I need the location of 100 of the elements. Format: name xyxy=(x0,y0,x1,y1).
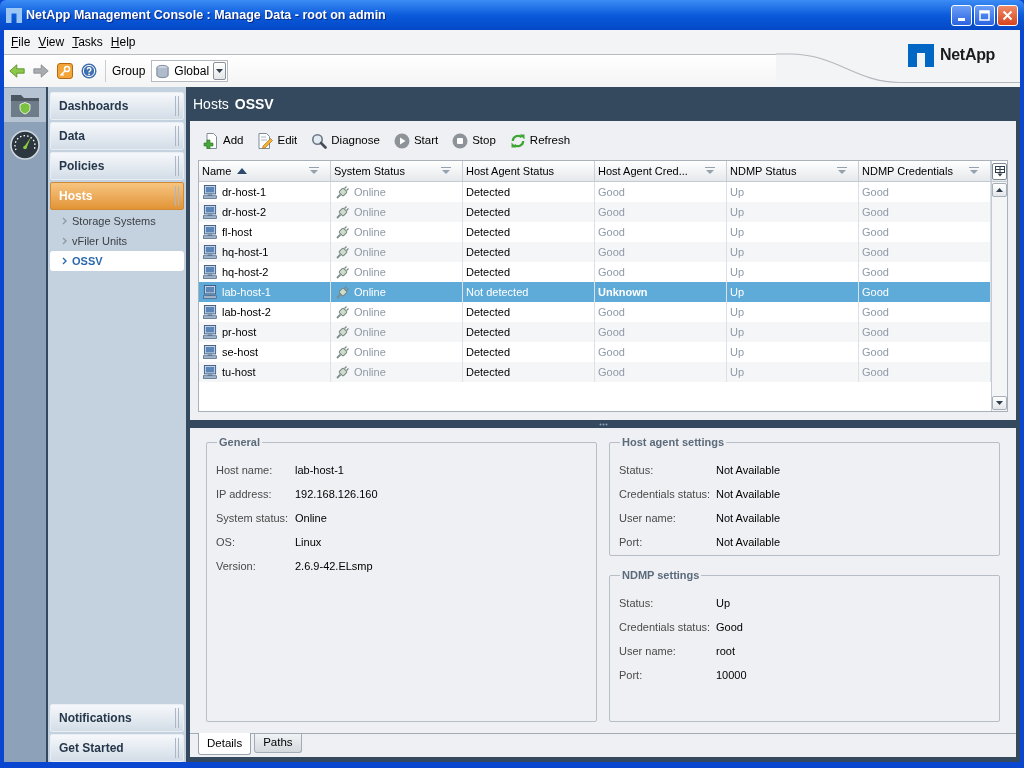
field-value: 192.168.126.160 xyxy=(295,487,378,503)
column-title: Host Agent Status xyxy=(466,163,555,179)
field-value: Not Available xyxy=(716,463,780,479)
table-cell: Up xyxy=(727,362,859,382)
menu-item[interactable]: View xyxy=(34,33,69,51)
field-label: IP address: xyxy=(216,487,273,503)
maximize-button[interactable] xyxy=(974,4,995,26)
nav-item[interactable]: Get Started xyxy=(50,734,184,762)
field-value: 10000 xyxy=(716,668,747,684)
maximize-icon xyxy=(979,9,990,21)
table-cell: Detected xyxy=(463,362,595,382)
key-icon[interactable] xyxy=(57,63,73,79)
cell-text: hq-host-2 xyxy=(222,264,269,280)
nav-item[interactable]: Policies xyxy=(50,152,184,180)
section-label: Hosts xyxy=(193,94,229,114)
plug-icon xyxy=(336,205,349,219)
field-label: User name: xyxy=(619,644,677,660)
dropdown-button[interactable] xyxy=(213,62,227,80)
nav-subitem[interactable]: OSSV xyxy=(50,251,184,271)
close-button[interactable] xyxy=(997,4,1018,26)
field-value: lab-host-1 xyxy=(295,463,344,479)
plug-icon xyxy=(336,365,349,379)
cell-text: dr-host-2 xyxy=(222,204,267,220)
logo-mark-icon xyxy=(908,43,934,67)
cell-text: Online xyxy=(354,304,386,320)
nav-item[interactable]: Data xyxy=(50,122,184,150)
filter-icon xyxy=(308,167,320,175)
field-value: Online xyxy=(295,511,327,527)
minimize-button[interactable] xyxy=(951,4,972,26)
field-value: Not Available xyxy=(716,487,780,503)
nav-subitem[interactable]: Storage Systems xyxy=(50,211,184,231)
menu-item[interactable]: Help xyxy=(106,33,140,51)
cell-text: Online xyxy=(354,344,386,360)
caret-icon xyxy=(216,69,224,73)
toolbar-button[interactable]: Add xyxy=(202,130,245,152)
cell-text: Online xyxy=(354,284,386,300)
scroll-up-button[interactable] xyxy=(992,183,1007,197)
column-title: Host Agent Cred... xyxy=(598,163,688,179)
cell-text: Online xyxy=(354,364,386,380)
column-header[interactable]: NDMP Credentials xyxy=(859,161,991,181)
toolbar-button[interactable]: Diagnose xyxy=(310,130,381,152)
folder-shield-icon xyxy=(10,92,40,118)
group-title: General xyxy=(218,435,261,450)
forward-arrow-icon[interactable] xyxy=(33,64,49,78)
page-title: OSSV xyxy=(234,94,274,114)
scroll-down-button[interactable] xyxy=(992,396,1007,410)
field-label: Status: xyxy=(619,596,655,612)
nav-subitem[interactable]: vFiler Units xyxy=(50,231,184,251)
module-button[interactable] xyxy=(4,88,46,122)
table-row[interactable]: hq-host-1 Online Detected Good Up Good xyxy=(199,242,991,262)
menu-item[interactable]: File xyxy=(7,33,35,51)
table-row[interactable]: tu-host Online Detected Good Up Good xyxy=(199,362,991,382)
plug-icon xyxy=(336,285,349,299)
field-label: Status: xyxy=(619,463,655,479)
plug-icon xyxy=(336,185,349,199)
nav-item[interactable]: Notifications xyxy=(50,704,184,732)
column-header[interactable]: NDMP Status xyxy=(727,161,859,181)
menu-item[interactable]: Tasks xyxy=(68,33,107,51)
table-cell: Good xyxy=(859,362,991,382)
column-chooser-icon xyxy=(994,165,1005,177)
computer-icon xyxy=(203,225,217,239)
computer-icon xyxy=(203,305,217,319)
document-plus-icon xyxy=(203,133,219,149)
column-header[interactable]: Name xyxy=(199,161,331,181)
help-icon[interactable] xyxy=(81,63,97,79)
back-arrow-icon[interactable] xyxy=(9,64,25,78)
field-value: Good xyxy=(716,620,743,636)
field-label: Port: xyxy=(619,535,644,551)
tab[interactable]: Paths xyxy=(254,734,302,753)
down-arrow-icon xyxy=(996,401,1003,405)
tab[interactable]: Details xyxy=(198,733,252,755)
filter-icon xyxy=(440,167,452,175)
column-chooser-button[interactable] xyxy=(992,162,1007,180)
plug-icon xyxy=(336,345,349,359)
chevron-icon xyxy=(62,237,67,245)
nav-item[interactable]: Dashboards xyxy=(50,92,184,120)
column-header[interactable]: System Status xyxy=(331,161,463,181)
field-value: Not Available xyxy=(716,535,780,551)
stop-icon xyxy=(452,133,469,149)
minimize-icon xyxy=(958,17,965,21)
field-value: Up xyxy=(716,596,731,612)
cell-text: hq-host-1 xyxy=(222,244,269,260)
cell-text: Online xyxy=(354,324,386,340)
column-header[interactable]: Host Agent Status xyxy=(463,161,595,181)
toolbar-button[interactable]: Stop xyxy=(451,130,497,152)
field-label: Credentials status: xyxy=(619,487,712,503)
splitter-grip-icon[interactable] xyxy=(598,422,608,426)
toolbar-button[interactable]: Refresh xyxy=(508,130,572,152)
column-title: NDMP Status xyxy=(730,163,797,179)
computer-icon xyxy=(203,345,217,359)
toolbar-button[interactable]: Edit xyxy=(256,130,299,152)
group-dropdown[interactable]: Global xyxy=(151,60,229,82)
filter-icon xyxy=(968,167,980,175)
table-row[interactable]: dr-host-2 Online Detected Good Up Good xyxy=(199,202,991,222)
group-label: Group xyxy=(112,63,146,80)
computer-icon xyxy=(203,325,217,339)
table-row[interactable]: pr-host Online Detected Good Up Good xyxy=(199,322,991,342)
plug-icon xyxy=(336,225,349,239)
column-header[interactable]: Host Agent Cred... xyxy=(595,161,727,181)
toolbar-button[interactable]: Start xyxy=(392,130,440,152)
